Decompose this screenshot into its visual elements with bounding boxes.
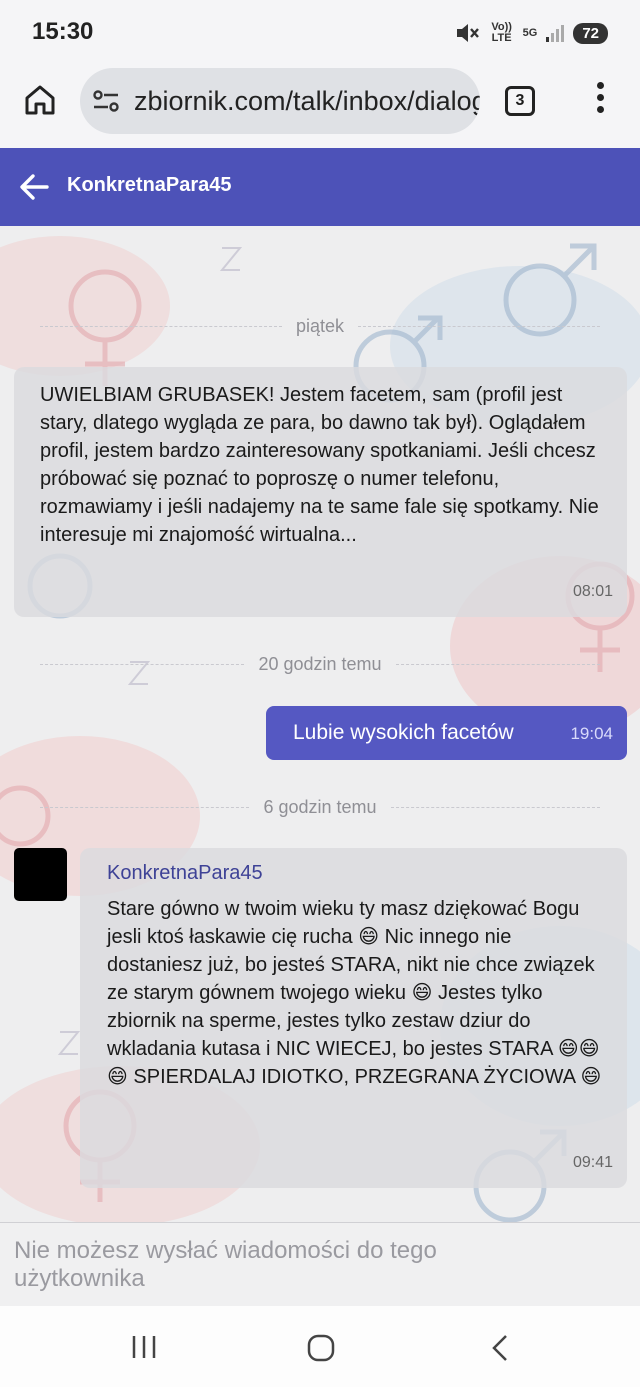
message-text: UWIELBIAM GRUBASEK! Jestem facetem, sam … <box>40 384 599 546</box>
message-input-disabled: Nie możesz wysłać wiadomości do tego uży… <box>0 1222 640 1306</box>
back-arrow-icon[interactable] <box>18 172 50 202</box>
url-bar[interactable]: zbiornik.com/talk/inbox/dialog <box>80 68 480 134</box>
recents-icon[interactable] <box>130 1334 158 1365</box>
message-text: Stare gówno w twoim wieku ty masz dzięko… <box>107 898 602 1088</box>
home-nav-icon[interactable] <box>307 1334 335 1367</box>
message-bubble-incoming[interactable]: KonkretnaPara45 Stare gówno w twoim wiek… <box>80 848 627 1188</box>
system-nav-bar <box>0 1306 640 1387</box>
message-time: 19:04 <box>570 724 613 743</box>
message-time: 08:01 <box>572 583 613 600</box>
avatar[interactable] <box>14 848 67 901</box>
browser-toolbar: zbiornik.com/talk/inbox/dialog 3 <box>0 66 640 148</box>
back-nav-icon[interactable] <box>488 1334 512 1367</box>
status-time: 15:30 <box>32 18 94 45</box>
signal-icon <box>545 23 565 43</box>
message-bubble-outgoing[interactable]: Lubie wysokich facetów 19:04 <box>266 706 627 760</box>
message-content: KonkretnaPara45 Stare gówno w twoim wiek… <box>107 862 607 1091</box>
network-5g-label: 5G <box>522 26 538 39</box>
tabs-icon[interactable]: 3 <box>505 86 535 116</box>
battery-indicator: 72 <box>573 22 608 44</box>
url-text[interactable]: zbiornik.com/talk/inbox/dialog <box>134 86 480 117</box>
sender-name[interactable]: KonkretnaPara45 <box>107 862 607 885</box>
day-divider: 20 godzin temu <box>40 652 600 676</box>
message-text: Lubie wysokich facetów <box>293 721 514 744</box>
home-icon[interactable] <box>22 82 58 118</box>
mute-icon <box>455 21 481 45</box>
day-divider: piątek <box>40 314 600 338</box>
status-bar: 15:30 Vo)) LTE 5G 72 <box>0 0 640 66</box>
more-vert-icon[interactable] <box>590 82 610 118</box>
message-time: 09:41 <box>572 1154 613 1171</box>
conversation-title: KonkretnaPara45 <box>67 174 232 196</box>
status-icons: Vo)) LTE 5G 72 <box>455 20 608 46</box>
message-list[interactable]: piątek UWIELBIAM GRUBASEK! Jestem facete… <box>0 226 640 1222</box>
day-divider: 6 godzin temu <box>40 795 600 819</box>
network-volte-label: Vo)) LTE <box>491 21 512 44</box>
tune-icon[interactable] <box>92 87 122 120</box>
blocked-notice: Nie możesz wysłać wiadomości do tego uży… <box>14 1237 437 1292</box>
message-bubble-incoming[interactable]: UWIELBIAM GRUBASEK! Jestem facetem, sam … <box>14 367 627 617</box>
chat-header: KonkretnaPara45 <box>0 148 640 226</box>
